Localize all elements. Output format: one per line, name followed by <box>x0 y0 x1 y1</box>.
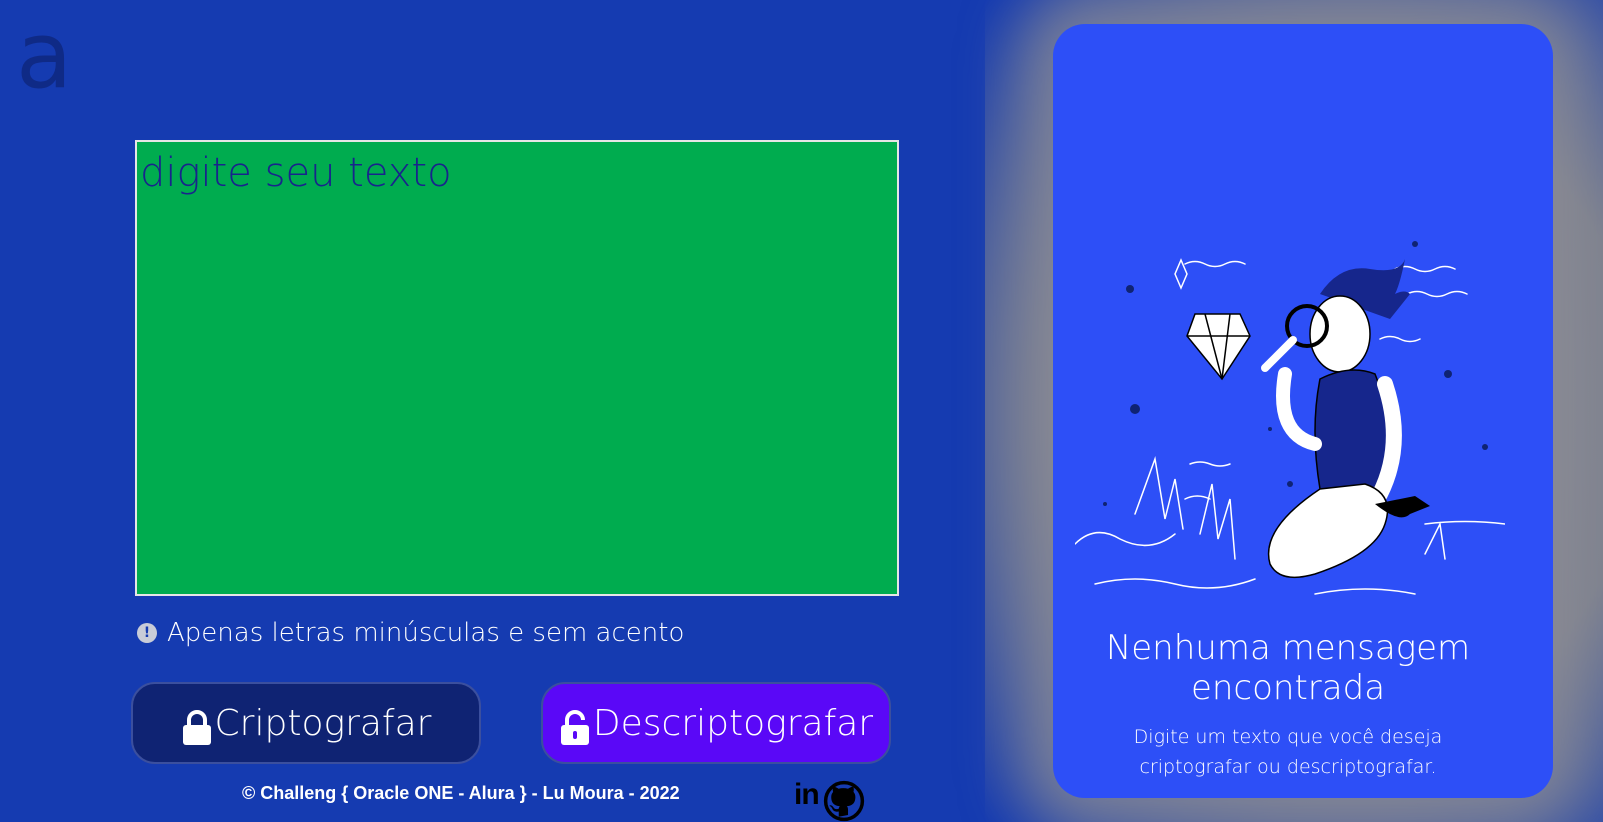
page: a ! Apenas letras minúsculas e sem acent… <box>0 0 1603 822</box>
hint-text: Apenas letras minúsculas e sem acento <box>167 618 685 648</box>
footer-credits: © Challeng { Oracle ONE - Alura } - Lu M… <box>242 783 680 803</box>
encrypt-button-label: Criptografar <box>214 702 432 744</box>
exclamation-circle-icon: ! <box>137 623 157 643</box>
github-icon[interactable] <box>823 780 865 822</box>
unlock-icon <box>560 710 589 745</box>
decrypt-button[interactable]: Descriptografar <box>541 682 891 764</box>
detective-illustration <box>1075 241 1505 595</box>
empty-message-title: Nenhuma mensagem encontrada <box>1105 628 1471 708</box>
social-links: in <box>794 780 865 822</box>
empty-message-subtitle: Digite um texto que você deseja criptogr… <box>1133 726 1443 778</box>
output-panel: Nenhuma mensagem encontrada Digite um te… <box>1053 24 1553 798</box>
alura-logo: a <box>16 2 73 109</box>
text-input[interactable] <box>137 142 897 594</box>
lock-icon <box>182 710 211 745</box>
decrypt-button-label: Descriptografar <box>592 702 874 744</box>
linkedin-icon[interactable]: in <box>794 780 820 810</box>
encrypt-button[interactable]: Criptografar <box>131 682 481 764</box>
input-hint: ! Apenas letras minúsculas e sem acento <box>137 618 684 648</box>
text-input-container <box>135 140 899 596</box>
